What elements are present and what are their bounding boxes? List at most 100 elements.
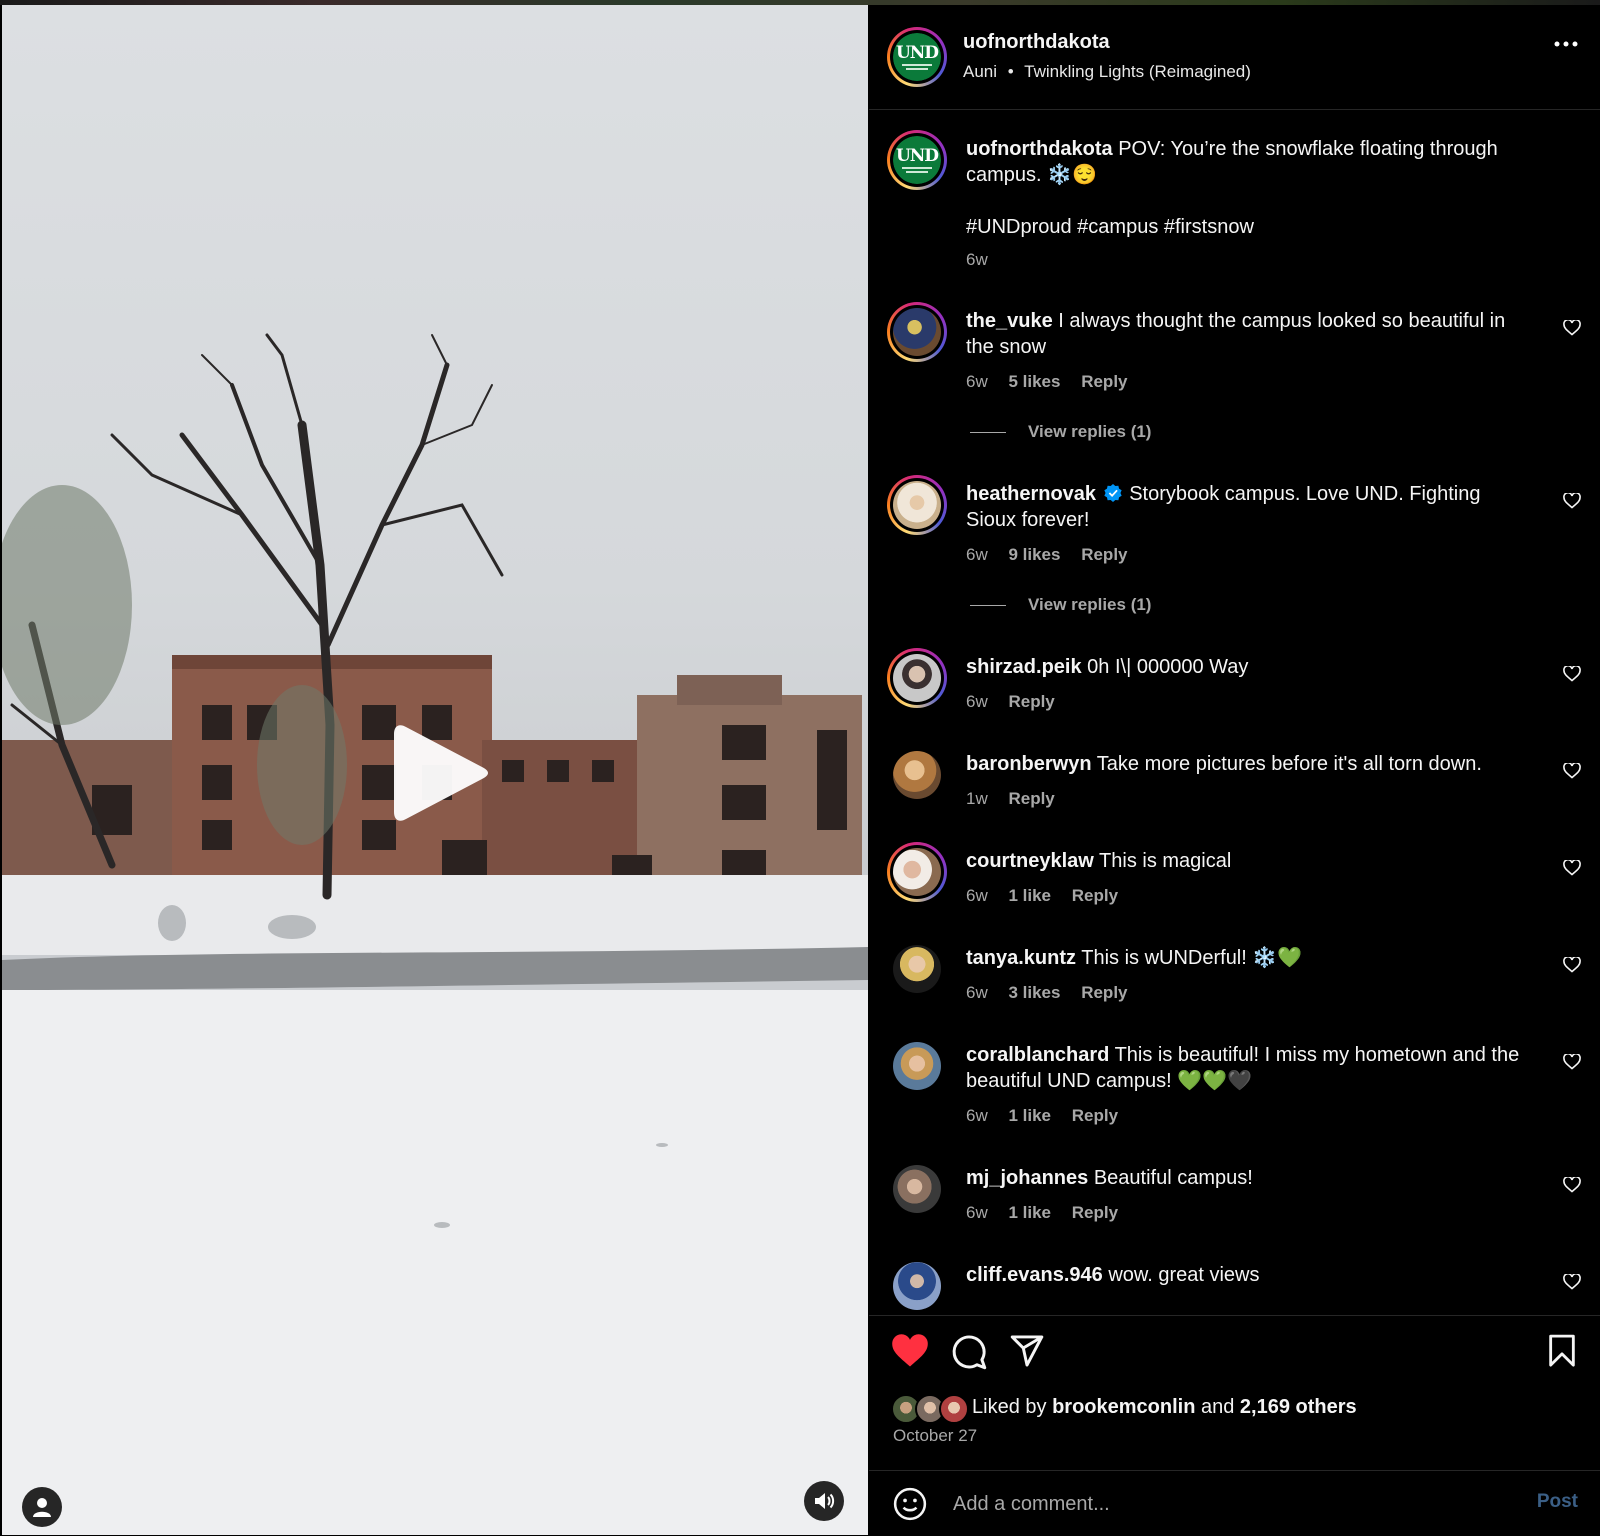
comment-text: wow. great views xyxy=(1108,1264,1260,1286)
und-logo: UND xyxy=(893,33,941,81)
comment-username[interactable]: courtneyklaw xyxy=(966,850,1094,872)
comment-username[interactable]: heathernovak xyxy=(966,483,1096,505)
audio-separator: • xyxy=(1007,62,1014,81)
liked-by-avatars[interactable] xyxy=(891,1394,971,1424)
avatar[interactable] xyxy=(887,648,947,708)
heart-icon[interactable] xyxy=(1563,320,1581,336)
view-replies-button[interactable]: View replies (1) xyxy=(970,595,1151,615)
view-replies-line xyxy=(970,605,1006,607)
comment-likes[interactable]: 1 like xyxy=(1008,1203,1051,1222)
reply-button[interactable]: Reply xyxy=(1081,983,1127,1002)
comments-list[interactable]: UND uofnorthdakota POV: You’re the snowf… xyxy=(869,110,1600,1314)
share-icon[interactable] xyxy=(1009,1334,1045,1368)
reply-button[interactable]: Reply xyxy=(1072,1203,1118,1222)
bookmark-icon[interactable] xyxy=(1547,1334,1577,1368)
play-icon[interactable] xyxy=(394,721,490,825)
avatar[interactable] xyxy=(887,475,947,535)
comment-meta: 6w 1 like Reply xyxy=(966,1203,1134,1223)
comment-username[interactable]: mj_johannes xyxy=(966,1167,1088,1189)
caption-time[interactable]: 6w xyxy=(966,250,988,269)
comment-likes[interactable]: 1 like xyxy=(1008,1106,1051,1125)
comment-username[interactable]: baronberwyn xyxy=(966,753,1092,775)
heart-icon[interactable] xyxy=(1563,763,1581,779)
avatar[interactable] xyxy=(887,842,947,902)
heart-icon[interactable] xyxy=(1563,493,1581,509)
comment-text: 0h I\| 000000 Way xyxy=(1087,656,1249,678)
avatar[interactable] xyxy=(893,1165,941,1213)
comment-meta: 6w Reply xyxy=(966,692,1071,712)
comment-time[interactable]: 6w xyxy=(966,886,988,905)
reply-button[interactable]: Reply xyxy=(1081,372,1127,391)
comment-meta: 6w 3 likes Reply xyxy=(966,983,1144,1003)
audio-info[interactable]: Auni • Twinkling Lights (Reimagined) xyxy=(963,62,1251,82)
liked-by-prefix: Liked by xyxy=(972,1396,1047,1418)
view-replies-line xyxy=(970,432,1006,434)
comment-input[interactable] xyxy=(951,1487,1515,1521)
und-logo: UND xyxy=(893,136,941,184)
comment-username[interactable]: coralblanchard xyxy=(966,1044,1109,1066)
avatar[interactable] xyxy=(893,1042,941,1090)
heart-icon[interactable] xyxy=(1563,860,1581,876)
caption-hashtags[interactable]: #UNDproud #campus #firstsnow xyxy=(966,214,1536,240)
comment-time[interactable]: 6w xyxy=(966,692,988,711)
comment-meta: 6w 1 like Reply xyxy=(966,1106,1134,1126)
comment-username[interactable]: tanya.kuntz xyxy=(966,947,1076,969)
view-replies-button[interactable]: View replies (1) xyxy=(970,422,1151,442)
comment-time[interactable]: 6w xyxy=(966,372,988,391)
comment-text: Beautiful campus! xyxy=(1093,1167,1253,1189)
comment-time[interactable]: 6w xyxy=(966,1106,988,1125)
author-avatar[interactable]: UND xyxy=(887,27,947,87)
caption-username[interactable]: uofnorthdakota xyxy=(966,138,1113,160)
comment-meta: 1w Reply xyxy=(966,789,1071,809)
liked-by-others[interactable]: 2,169 others xyxy=(1240,1396,1357,1418)
user-tag-icon[interactable] xyxy=(22,1487,62,1527)
liked-by-user[interactable]: brookemconlin xyxy=(1052,1396,1195,1418)
post-button[interactable]: Post xyxy=(1537,1491,1578,1513)
comment-likes[interactable]: 5 likes xyxy=(1008,372,1060,391)
comment-text: This is wUNDerful! ❄️💚 xyxy=(1081,947,1303,969)
view-replies-label: View replies (1) xyxy=(1028,422,1152,441)
comment-username[interactable]: shirzad.peik xyxy=(966,656,1082,678)
reply-button[interactable]: Reply xyxy=(1072,886,1118,905)
avatar[interactable] xyxy=(887,302,947,362)
post-header: UND uofnorthdakota Auni • Twinkling Ligh… xyxy=(869,5,1600,110)
reply-button[interactable]: Reply xyxy=(1008,692,1054,711)
emoji-icon[interactable] xyxy=(893,1487,927,1521)
more-icon[interactable] xyxy=(1554,41,1578,47)
view-replies-label: View replies (1) xyxy=(1028,595,1152,614)
avatar[interactable] xyxy=(893,945,941,993)
caption-meta: 6w xyxy=(966,250,1004,270)
liked-by-and: and xyxy=(1200,1396,1235,1418)
post-date[interactable]: October 27 xyxy=(893,1426,977,1446)
comment-meta: 6w 5 likes Reply xyxy=(966,372,1144,392)
comment-time[interactable]: 1w xyxy=(966,789,988,808)
heart-icon[interactable] xyxy=(891,1334,929,1368)
comment-form: Post xyxy=(869,1470,1600,1536)
comment-time[interactable]: 6w xyxy=(966,1203,988,1222)
avatar[interactable] xyxy=(893,1262,941,1310)
comment-likes[interactable]: 3 likes xyxy=(1008,983,1060,1002)
comment-time[interactable]: 6w xyxy=(966,545,988,564)
video-player[interactable] xyxy=(2,5,868,1535)
liked-by-text[interactable]: Liked by brookemconlin and 2,169 others xyxy=(972,1396,1357,1419)
heart-icon[interactable] xyxy=(1563,1054,1581,1070)
avatar[interactable] xyxy=(893,751,941,799)
heart-icon[interactable] xyxy=(1563,1177,1581,1193)
author-username[interactable]: uofnorthdakota xyxy=(963,31,1110,54)
reply-button[interactable]: Reply xyxy=(1008,789,1054,808)
comment-time[interactable]: 6w xyxy=(966,983,988,1002)
comment-likes[interactable]: 9 likes xyxy=(1008,545,1060,564)
reply-button[interactable]: Reply xyxy=(1072,1106,1118,1125)
audio-song[interactable]: Twinkling Lights (Reimagined) xyxy=(1024,62,1251,81)
comment-username[interactable]: the_vuke xyxy=(966,310,1053,332)
heart-icon[interactable] xyxy=(1563,1274,1581,1290)
audio-artist[interactable]: Auni xyxy=(963,62,997,81)
heart-icon[interactable] xyxy=(1563,666,1581,682)
reply-button[interactable]: Reply xyxy=(1081,545,1127,564)
comment-username[interactable]: cliff.evans.946 xyxy=(966,1264,1103,1286)
avatar[interactable]: UND xyxy=(887,130,947,190)
comment-icon[interactable] xyxy=(951,1334,987,1370)
heart-icon[interactable] xyxy=(1563,957,1581,973)
sound-icon[interactable] xyxy=(804,1481,844,1521)
comment-likes[interactable]: 1 like xyxy=(1008,886,1051,905)
